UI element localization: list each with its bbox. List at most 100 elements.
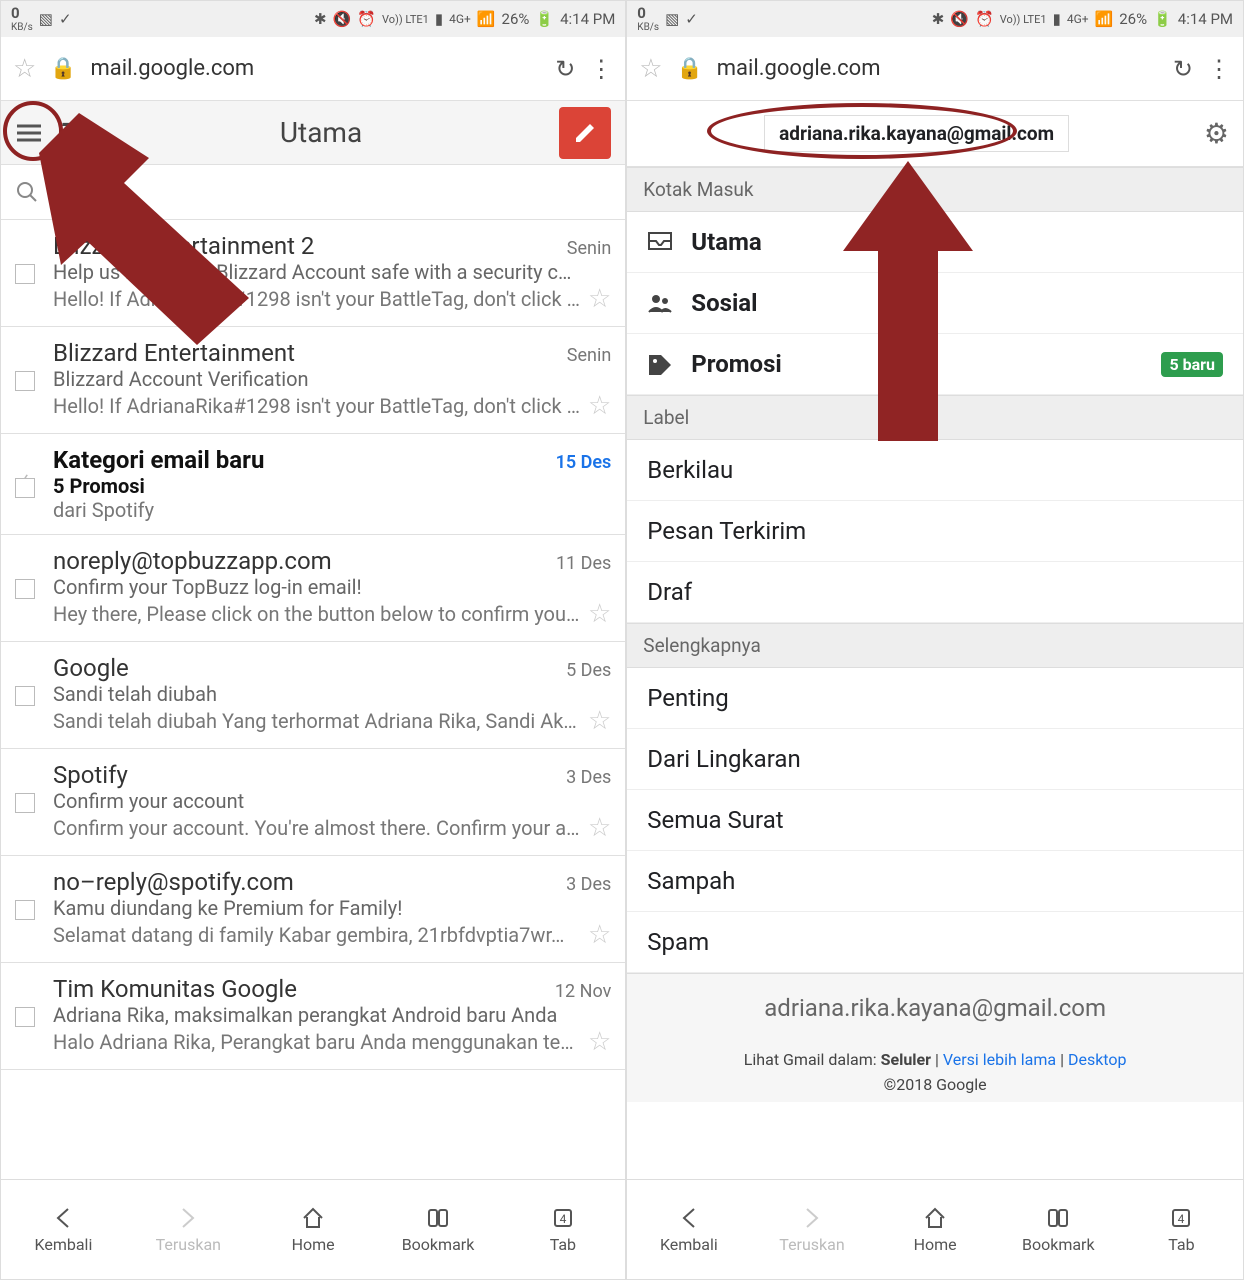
checkbox[interactable] <box>15 1007 35 1027</box>
gear-icon[interactable]: ⚙ <box>1204 117 1229 150</box>
email-preview: Confirm your account. You're almost ther… <box>53 816 580 840</box>
svg-text:4: 4 <box>1178 1212 1185 1226</box>
nav-forward: Teruskan <box>126 1180 251 1279</box>
email-subject: Kamu diundang ke Premium for Family! <box>53 896 611 920</box>
check-icon: ✓ <box>59 10 72 28</box>
email-sender: Kategori email baru <box>53 446 264 474</box>
account-row: adriana.rika.kayana@gmail.com ⚙ <box>627 101 1243 167</box>
sidebar-item[interactable]: Berkilau <box>627 440 1243 501</box>
email-preview: Hello! If AdrianaRika#1298 isn't your Ba… <box>53 394 580 418</box>
desktop-link[interactable]: Desktop <box>1068 1050 1127 1069</box>
bottom-nav: Kembali Teruskan Home Bookmark 4Tab <box>627 1179 1243 1279</box>
star-icon[interactable]: ☆ <box>588 391 611 421</box>
reload-icon[interactable]: ↻ <box>555 55 575 83</box>
bottom-nav: Kembali Teruskan Home Bookmark 4Tab <box>1 1179 625 1279</box>
email-date: 3 Des <box>566 874 611 895</box>
address-bar: ☆ 🔒 mail.google.com ↻ ⋮ <box>1 37 625 101</box>
menu-dots-icon[interactable]: ⋮ <box>589 55 613 83</box>
nav-bookmark[interactable]: Bookmark <box>376 1180 501 1279</box>
star-icon[interactable]: ☆ <box>588 920 611 950</box>
star-icon[interactable]: ☆ <box>588 813 611 843</box>
tag-icon <box>647 353 673 375</box>
sidebar-item[interactable]: Draf <box>627 562 1243 623</box>
nav-back[interactable]: Kembali <box>1 1180 126 1279</box>
status-bar: 0KB/s ▧✓ ✱🔇⏰ Vo)) LTE1 ▮4G+📶 26%🔋4:14 PM <box>627 1 1243 37</box>
checkbox[interactable] <box>15 579 35 599</box>
email-subject: Confirm your TopBuzz log-in email! <box>53 575 611 599</box>
signal-icon: 📶 <box>477 10 496 28</box>
sidebar-item[interactable]: Spam <box>627 912 1243 973</box>
nav-tab[interactable]: 4Tab <box>500 1180 625 1279</box>
email-item[interactable]: noreply@topbuzzapp.com11 DesConfirm your… <box>1 535 625 642</box>
annotation-up-arrow <box>843 161 973 441</box>
nav-home[interactable]: Home <box>874 1180 997 1279</box>
nav-home[interactable]: Home <box>251 1180 376 1279</box>
reload-icon[interactable]: ↻ <box>1173 55 1193 83</box>
footer-email[interactable]: adriana.rika.kayana@gmail.com <box>627 973 1243 1042</box>
email-date: Senin <box>567 238 612 259</box>
email-item[interactable]: no–reply@spotify.com 3 DesKamu diundang k… <box>1 856 625 963</box>
star-icon[interactable]: ☆ <box>639 54 662 84</box>
checkbox[interactable] <box>15 371 35 391</box>
right-phone: 0KB/s ▧✓ ✱🔇⏰ Vo)) LTE1 ▮4G+📶 26%🔋4:14 PM… <box>626 0 1244 1280</box>
email-date: Senin <box>567 345 612 366</box>
search-icon <box>15 180 39 204</box>
alarm-icon: ⏰ <box>357 10 376 28</box>
checkbox[interactable] <box>15 900 35 920</box>
nav-bookmark[interactable]: Bookmark <box>997 1180 1120 1279</box>
badge: 5 baru <box>1161 352 1223 377</box>
checkbox[interactable] <box>15 793 35 813</box>
bluetooth-icon: ✱ <box>314 10 327 28</box>
email-subject: Blizzard Account Verification <box>53 367 611 391</box>
email-sender: no–reply@spotify.com <box>53 868 294 896</box>
status-bar: 0KB/s ▧ ✓ ✱ 🔇 ⏰ Vo)) LTE1 ▮ 4G+ 📶 26% 🔋 … <box>1 1 625 37</box>
star-icon[interactable]: ☆ <box>588 599 611 629</box>
checkbox[interactable] <box>15 478 35 498</box>
email-date: 5 Des <box>566 660 611 681</box>
email-date: 3 Des <box>566 767 611 788</box>
nav-tab[interactable]: 4Tab <box>1120 1180 1243 1279</box>
email-date: 12 Nov <box>555 981 611 1002</box>
sidebar-item[interactable]: Pesan Terkirim <box>627 501 1243 562</box>
email-preview: Halo Adriana Rika, Perangkat baru Anda m… <box>53 1030 580 1054</box>
email-subject: Confirm your account <box>53 789 611 813</box>
checkbox[interactable] <box>15 264 35 284</box>
lock-icon: 🔒 <box>50 57 76 81</box>
sidebar-item[interactable]: Sampah <box>627 851 1243 912</box>
old-version-link[interactable]: Versi lebih lama <box>943 1050 1056 1069</box>
email-subject: Sandi telah diubah <box>53 682 611 706</box>
svg-text:4: 4 <box>559 1212 566 1226</box>
footer-links: Lihat Gmail dalam: Seluler | Versi lebih… <box>627 1042 1243 1102</box>
menu-dots-icon[interactable]: ⋮ <box>1207 55 1231 83</box>
compose-button[interactable] <box>559 107 611 159</box>
star-icon[interactable]: ☆ <box>588 706 611 736</box>
inbox-icon <box>647 231 673 253</box>
email-list: Blizzard Entertainment 2SeninHelp us kee… <box>1 220 625 1179</box>
checkbox[interactable] <box>15 686 35 706</box>
more-header: Selengkapnya <box>627 623 1243 668</box>
nav-back[interactable]: Kembali <box>627 1180 750 1279</box>
email-preview: Selamat datang di family Kabar gembira, … <box>53 923 580 947</box>
email-subject: 5 Promosi <box>53 474 611 498</box>
email-sender: Google <box>53 654 129 682</box>
account-email[interactable]: adriana.rika.kayana@gmail.com <box>764 115 1069 152</box>
sidebar-item[interactable]: Penting <box>627 668 1243 729</box>
email-date: 15 Des <box>556 452 612 473</box>
email-item[interactable]: Tim Komunitas Google 12 NovAdriana Rika, … <box>1 963 625 1070</box>
email-date: 11 Des <box>556 553 611 574</box>
email-sender: Spotify <box>53 761 128 789</box>
email-item[interactable]: Spotify 3 DesConfirm your account Confirm … <box>1 749 625 856</box>
nav-forward: Teruskan <box>750 1180 873 1279</box>
email-item[interactable]: 〈Kategori email baru15 Des5 Promosidari … <box>1 434 625 535</box>
email-sender: Tim Komunitas Google <box>53 975 297 1003</box>
people-icon <box>647 292 673 314</box>
email-subject: Adriana Rika, maksimalkan perangkat Andr… <box>53 1003 611 1027</box>
url-text[interactable]: mail.google.com <box>90 56 541 81</box>
sidebar-item[interactable]: Dari Lingkaran <box>627 729 1243 790</box>
star-icon[interactable]: ☆ <box>13 54 36 84</box>
star-icon[interactable]: ☆ <box>588 284 611 314</box>
star-icon[interactable]: ☆ <box>588 1027 611 1057</box>
email-item[interactable]: Google5 DesSandi telah diubahSandi telah… <box>1 642 625 749</box>
battery-icon: 🔋 <box>535 10 554 28</box>
sidebar-item[interactable]: Semua Surat <box>627 790 1243 851</box>
